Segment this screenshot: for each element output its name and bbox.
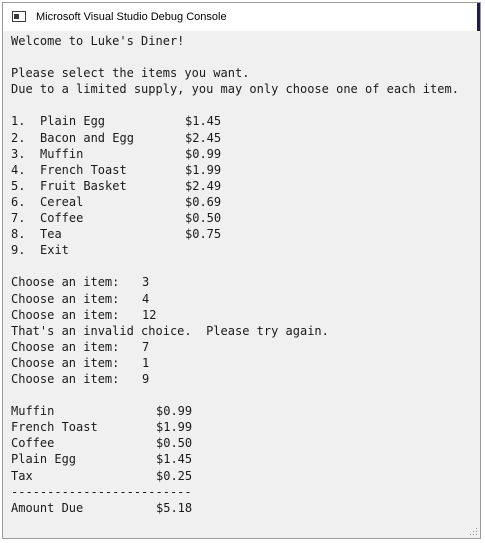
choice-value: 12 [142,307,157,322]
amount-due-label: Amount Due [11,500,84,515]
menu-item-number: 6. [11,194,26,209]
console-app-icon [12,10,28,24]
menu-item-name: Tea [40,227,62,242]
menu-item-name: Cereal [40,194,84,209]
menu-item-number: 9. [11,243,26,258]
menu-item-name: Fruit Basket [40,178,127,193]
choose-prompt: Choose an item: 9 [11,371,478,387]
choice-value: 4 [142,291,150,306]
menu-item-1: 1. Plain Egg $1.45 [11,113,478,129]
menu-item-4: 4. French Toast $1.99 [11,162,478,178]
menu-item-3: 3. Muffin $0.99 [11,146,478,162]
menu-item-7: 7. Coffee $0.50 [11,210,478,226]
menu-item-name: French Toast [40,162,127,177]
menu-item-price: $0.75 [185,227,222,242]
choice-value: 7 [142,339,150,354]
choice-value: 9 [142,371,150,386]
instruction-line: Due to a limited supply, you may only ch… [11,82,459,97]
resize-grip-icon[interactable] [470,528,478,536]
menu-item-price: $0.69 [185,194,222,209]
summary-row: Plain Egg $1.45 [11,451,478,467]
summary-item-price: $0.50 [156,436,193,451]
menu-item-number: 7. [11,211,26,226]
choose-label: Choose an item: [11,275,120,290]
choose-label: Choose an item: [11,339,120,354]
menu-item-name: Bacon and Egg [40,130,134,145]
choice-value: 3 [142,275,150,290]
menu-item-5: 5. Fruit Basket $2.49 [11,178,478,194]
choose-prompt: Choose an item: 1 [11,355,478,371]
choice-value: 1 [142,355,150,370]
summary-item-price: $0.99 [156,404,193,419]
invalid-choice-message: That's an invalid choice. Please try aga… [11,323,329,338]
summary-row: Coffee $0.50 [11,435,478,451]
window-edge [477,3,480,31]
menu-item-number: 3. [11,146,26,161]
summary-item-price: $0.25 [156,468,193,483]
menu-item-number: 4. [11,162,26,177]
menu-item-price: $2.49 [185,178,222,193]
summary-row: French Toast $1.99 [11,419,478,435]
menu-item-number: 1. [11,114,26,129]
choose-label: Choose an item: [11,291,120,306]
console-output[interactable]: Welcome to Luke's Diner! Please select t… [11,33,478,538]
menu-item-9: 9. Exit [11,242,478,258]
welcome-line: Welcome to Luke's Diner! [11,34,185,48]
summary-item-name: Plain Egg [11,452,77,467]
summary-row-tax: Tax $0.25 [11,468,478,484]
menu-item-number: 2. [11,130,26,145]
choose-prompt: Choose an item: 7 [11,339,478,355]
menu-item-price: $2.45 [185,130,222,145]
summary-item-name: Muffin [11,404,55,419]
menu-item-name: Muffin [40,146,84,161]
choose-prompt: Choose an item: 4 [11,291,478,307]
summary-item-name: French Toast [11,420,98,435]
debug-console-window: Microsoft Visual Studio Debug Console We… [2,2,481,539]
menu-item-price: $0.99 [185,146,222,161]
choose-label: Choose an item: [11,307,120,322]
summary-item-price: $1.99 [156,420,193,435]
title-bar[interactable]: Microsoft Visual Studio Debug Console [3,3,480,31]
choose-label: Choose an item: [11,355,120,370]
choose-prompt: Choose an item: 3 [11,274,478,290]
summary-item-name: Coffee [11,436,55,451]
summary-divider: ------------------------- [11,484,192,499]
menu-item-number: 5. [11,178,26,193]
window-title: Microsoft Visual Studio Debug Console [36,11,227,23]
menu-item-8: 8. Tea $0.75 [11,226,478,242]
amount-due-value: $5.18 [156,500,193,515]
amount-due-row: Amount Due $5.18 [11,500,478,516]
menu-item-price: $0.50 [185,211,222,226]
menu-item-6: 6. Cereal $0.69 [11,194,478,210]
menu-item-name: Coffee [40,211,84,226]
choose-prompt: Choose an item: 12 [11,307,478,323]
choose-label: Choose an item: [11,371,120,386]
instruction-line: Please select the items you want. [11,66,250,81]
menu-item-2: 2. Bacon and Egg $2.45 [11,130,478,146]
menu-item-number: 8. [11,227,26,242]
menu-item-name: Plain Egg [40,114,106,129]
menu-item-name: Exit [40,243,69,258]
menu-item-price: $1.45 [185,114,222,129]
summary-item-name: Tax [11,468,33,483]
summary-row: Muffin $0.99 [11,403,478,419]
summary-item-price: $1.45 [156,452,193,467]
menu-item-price: $1.99 [185,162,222,177]
